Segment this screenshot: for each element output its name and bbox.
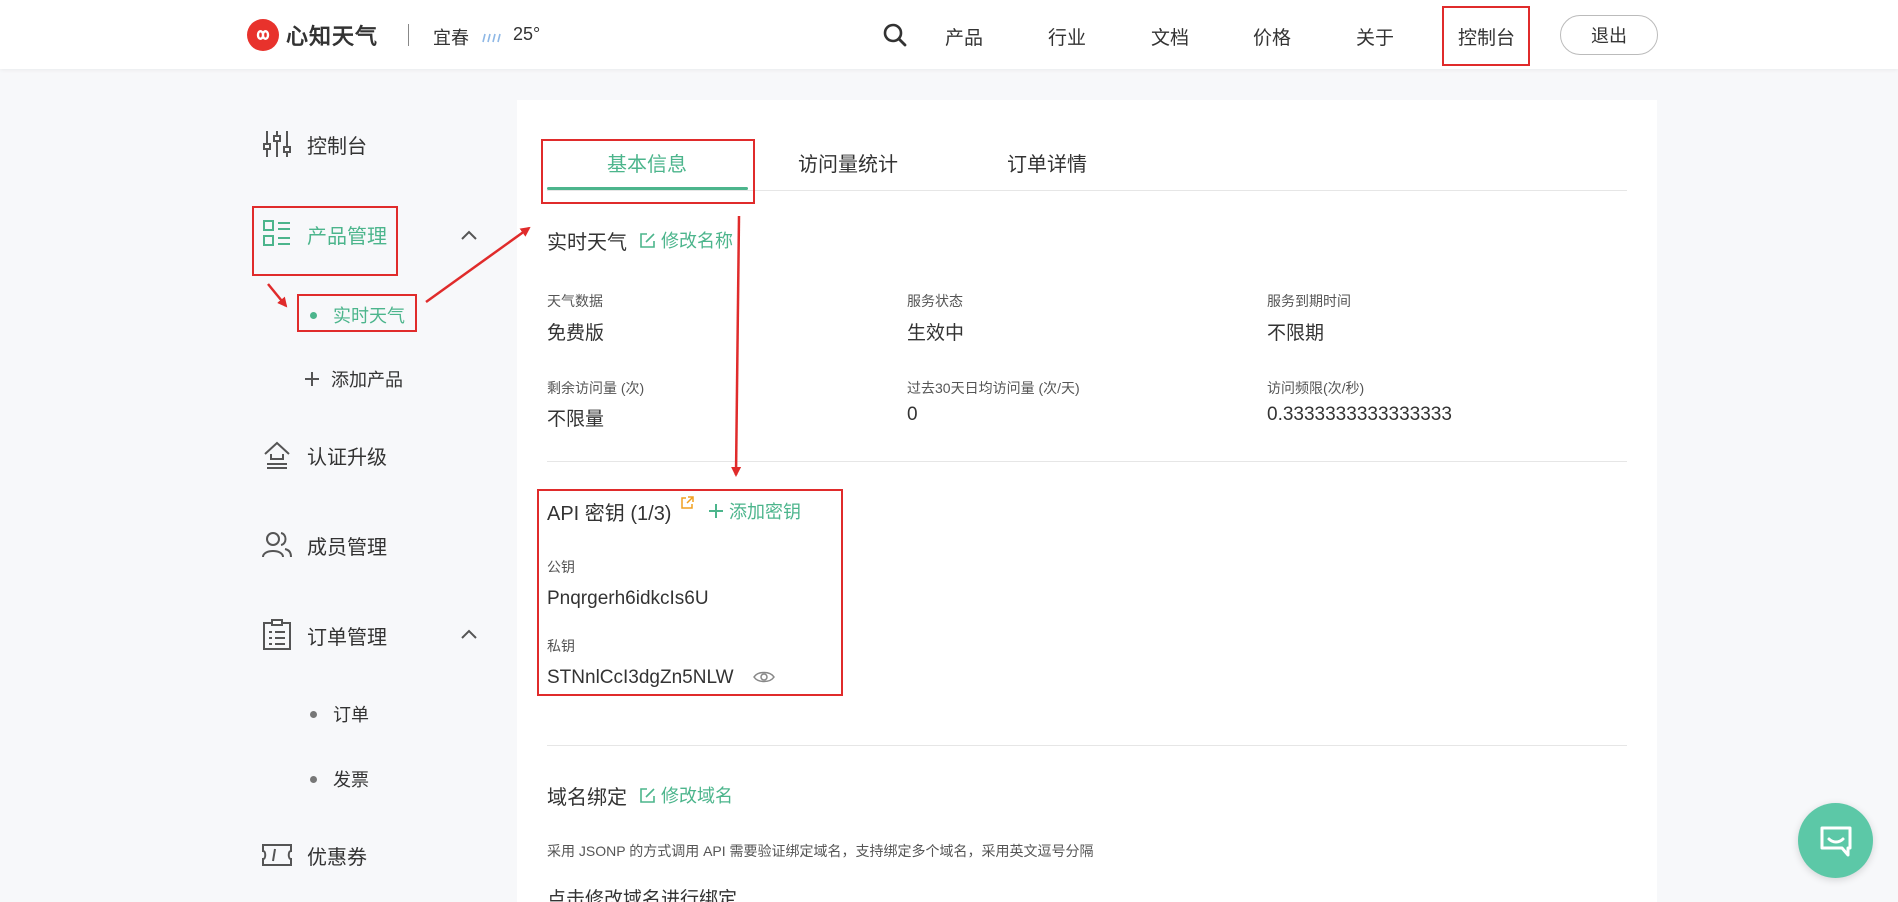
nav-products[interactable]: 产品 bbox=[945, 23, 983, 50]
bullet-dot bbox=[310, 775, 317, 783]
sidebar-item-label: 优惠券 bbox=[307, 846, 367, 869]
users-icon bbox=[260, 528, 294, 562]
ticket-icon bbox=[260, 838, 294, 872]
sidebar-subitem-label: 添加产品 bbox=[331, 370, 403, 390]
eye-icon[interactable] bbox=[753, 670, 775, 684]
domain-cta[interactable]: 点击修改域名进行绑定 bbox=[547, 884, 737, 902]
sidebar-subitem-orders[interactable]: 订单 bbox=[310, 701, 369, 727]
api-key-title: API 密钥 (1/3) bbox=[547, 503, 672, 525]
info-value: 免费版 bbox=[547, 323, 605, 344]
chat-button[interactable] bbox=[1798, 803, 1873, 878]
tab-order-details[interactable]: 订单详情 bbox=[1007, 148, 1087, 177]
edit-icon bbox=[640, 787, 655, 803]
sidebar-subitem-invoice[interactable]: 发票 bbox=[310, 766, 369, 792]
active-tab-indicator bbox=[547, 187, 748, 190]
info-label: 天气数据 bbox=[547, 293, 603, 309]
sidebar-subitem-label: 发票 bbox=[333, 770, 369, 790]
info-value: 不限期 bbox=[1267, 323, 1325, 344]
logo-icon bbox=[247, 19, 279, 51]
nav-about[interactable]: 关于 bbox=[1356, 23, 1394, 50]
top-navbar: 心知天气 宜春 25° 产品 行业 文档 价格 关于 控制台 退出 bbox=[0, 0, 1898, 69]
public-key-label: 公钥 bbox=[547, 559, 575, 575]
info-label: 剩余访问量 (次) bbox=[547, 380, 645, 396]
plus-icon bbox=[709, 504, 723, 518]
list-icon bbox=[260, 217, 294, 251]
sidebar-item-label: 控制台 bbox=[307, 135, 367, 158]
nav-industries[interactable]: 行业 bbox=[1048, 23, 1086, 50]
info-value: 不限量 bbox=[547, 409, 605, 430]
brand-logo[interactable]: 心知天气 bbox=[247, 18, 378, 52]
header-divider bbox=[408, 24, 409, 46]
sidebar-subitem-realtime-weather[interactable]: 实时天气 bbox=[310, 302, 405, 328]
tab-traffic-stats[interactable]: 访问量统计 bbox=[798, 148, 898, 177]
sidebar-item-coupons[interactable]: 优惠券 bbox=[260, 838, 367, 872]
city-name: 宜春 bbox=[433, 28, 469, 48]
sidebar-subitem-label: 订单 bbox=[333, 705, 369, 725]
info-value: 0.3333333333333333 bbox=[1267, 404, 1452, 425]
product-name: 实时天气 bbox=[547, 232, 627, 254]
info-label: 过去30天日均访问量 (次/天) bbox=[907, 380, 1080, 396]
bullet-dot bbox=[310, 710, 317, 718]
rain-icon bbox=[482, 33, 501, 43]
upgrade-icon bbox=[260, 438, 294, 472]
external-link-icon[interactable] bbox=[680, 496, 694, 510]
sidebar-item-console[interactable]: 控制台 bbox=[260, 127, 367, 161]
sidebar-item-label: 订单管理 bbox=[307, 626, 387, 649]
sidebar-item-label: 成员管理 bbox=[307, 536, 387, 559]
search-icon[interactable] bbox=[882, 22, 908, 48]
edit-domain-link[interactable]: 修改域名 bbox=[639, 782, 733, 808]
rename-link[interactable]: 修改名称 bbox=[639, 227, 733, 253]
active-dot bbox=[310, 311, 317, 319]
sidebar-item-order-mgmt[interactable]: 订单管理 bbox=[260, 618, 387, 652]
sidebar-item-product-mgmt[interactable]: 产品管理 bbox=[260, 217, 387, 251]
logout-button[interactable]: 退出 bbox=[1560, 15, 1658, 55]
tabs-divider bbox=[547, 190, 1627, 191]
sidebar-subitem-add-product[interactable]: 添加产品 bbox=[303, 366, 403, 392]
clipboard-icon bbox=[260, 618, 294, 652]
info-value: 0 bbox=[907, 404, 918, 425]
public-key-value[interactable]: Pnqrgerh6idkcIs6U bbox=[547, 588, 709, 610]
edit-domain-label: 修改域名 bbox=[661, 786, 733, 806]
private-key-value[interactable]: STNnlCcI3dgZn5NLW bbox=[547, 667, 734, 689]
sidebar-item-label: 产品管理 bbox=[307, 225, 387, 248]
rename-link-label: 修改名称 bbox=[661, 231, 733, 251]
chevron-up-icon[interactable] bbox=[460, 229, 478, 241]
sidebar-item-auth-upgrade[interactable]: 认证升级 bbox=[260, 438, 387, 472]
temperature: 25° bbox=[513, 24, 541, 44]
edit-icon bbox=[640, 232, 655, 248]
nav-docs[interactable]: 文档 bbox=[1151, 23, 1189, 50]
sidebar-item-label: 认证升级 bbox=[307, 446, 387, 469]
info-label: 服务状态 bbox=[907, 293, 963, 309]
info-label: 访问频限(次/秒) bbox=[1267, 380, 1365, 396]
sliders-icon bbox=[260, 127, 294, 161]
domain-description: 采用 JSONP 的方式调用 API 需要验证绑定域名，支持绑定多个域名，采用英… bbox=[547, 843, 1094, 859]
add-key-label: 添加密钥 bbox=[729, 502, 801, 522]
info-label: 服务到期时间 bbox=[1267, 293, 1351, 309]
add-key-link[interactable]: 添加密钥 bbox=[708, 498, 801, 524]
tab-basic-info[interactable]: 基本信息 bbox=[607, 148, 687, 177]
section-divider bbox=[547, 461, 1627, 462]
sidebar-subitem-label: 实时天气 bbox=[333, 306, 405, 326]
section-divider bbox=[547, 745, 1627, 746]
chat-icon bbox=[1820, 826, 1851, 856]
private-key-label: 私钥 bbox=[547, 638, 575, 654]
nav-console[interactable]: 控制台 bbox=[1458, 23, 1515, 50]
plus-icon bbox=[305, 372, 319, 386]
domain-title: 域名绑定 bbox=[547, 787, 627, 809]
info-value: 生效中 bbox=[907, 323, 965, 344]
chevron-up-icon[interactable] bbox=[460, 628, 478, 640]
brand-name: 心知天气 bbox=[286, 24, 379, 49]
nav-pricing[interactable]: 价格 bbox=[1253, 23, 1291, 50]
sidebar-item-member-mgmt[interactable]: 成员管理 bbox=[260, 528, 387, 562]
